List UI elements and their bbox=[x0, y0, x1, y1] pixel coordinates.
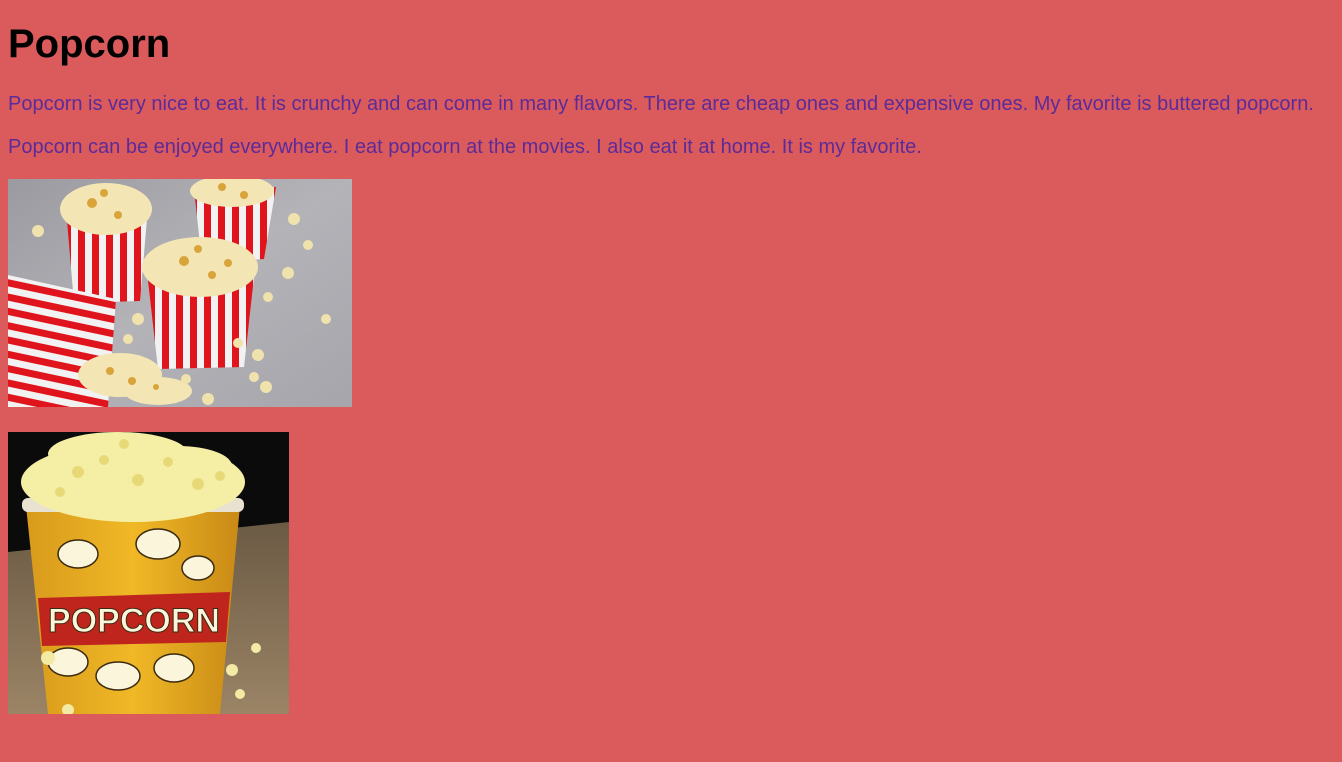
page-title: Popcorn bbox=[8, 22, 171, 66]
bucket-logo-text: POPCORN bbox=[48, 602, 220, 640]
paragraph-intro: Popcorn is very nice to eat. It is crunc… bbox=[8, 93, 1314, 115]
paragraph-enjoy: Popcorn can be enjoyed everywhere. I eat… bbox=[8, 136, 922, 158]
popcorn-bucket-image: POPCORN bbox=[8, 432, 289, 714]
page-content: Popcorn Popcorn is very nice to eat. It … bbox=[0, 22, 1342, 714]
popcorn-boxes-image bbox=[8, 179, 352, 407]
